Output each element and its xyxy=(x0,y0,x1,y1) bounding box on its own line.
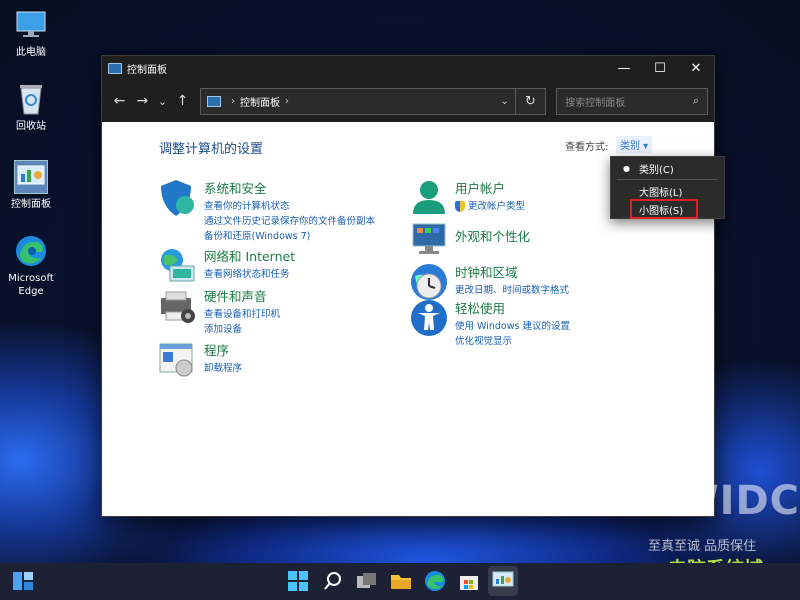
search-icon: ⌕ xyxy=(692,94,699,107)
menu-item-label: 大图标(L) xyxy=(639,187,683,199)
file-explorer-icon[interactable] xyxy=(386,566,416,596)
task-view-icon[interactable] xyxy=(352,566,382,596)
search-input[interactable]: 搜索控制面板 ⌕ xyxy=(556,87,708,115)
category-system-security: 系统和安全 查看你的计算机状态 通过文件历史记录保存你的文件备份副本 备份和还原… xyxy=(158,178,375,244)
category-title[interactable]: 硬件和声音 xyxy=(204,286,280,305)
category-title[interactable]: 外观和个性化 xyxy=(455,226,530,245)
control-panel-icon xyxy=(14,160,48,194)
category-programs: 程序 卸载程序 xyxy=(158,340,242,380)
highlight-box xyxy=(630,199,698,219)
control-panel-window: 控制面板 — ☐ ✕ ← → ⌄ ↑ › 控制面板 › ⌄ ↻ 搜索控制面板 ⌕… xyxy=(101,55,715,517)
category-title[interactable]: 系统和安全 xyxy=(204,178,375,197)
desktop-icon-label: Microsoft xyxy=(8,273,54,284)
desktop-icon-recycle-bin[interactable]: 回收站 xyxy=(0,82,62,133)
category-link[interactable]: 备份和还原(Windows 7) xyxy=(204,229,375,244)
edge-icon xyxy=(14,234,48,268)
breadcrumb-separator: › xyxy=(284,95,289,107)
control-panel-icon xyxy=(206,95,221,107)
desktop-icon-label: 此电脑 xyxy=(16,47,46,58)
category-link[interactable]: 更改日期、时间或数字格式 xyxy=(455,283,569,298)
breadcrumb-separator: › xyxy=(230,95,235,107)
clock-icon xyxy=(409,262,449,302)
category-link[interactable]: 查看设备和打印机 xyxy=(204,307,280,322)
category-hardware-sound: 硬件和声音 查看设备和打印机 添加设备 xyxy=(158,286,280,337)
menu-divider xyxy=(617,179,718,180)
window-title: 控制面板 xyxy=(127,64,167,76)
appearance-icon xyxy=(409,220,449,260)
desktop-icon-edge[interactable]: Microsoft Edge xyxy=(0,234,62,298)
selected-bullet-icon: ● xyxy=(623,163,630,173)
navigation-bar: ← → ⌄ ↑ › 控制面板 › ⌄ ↻ 搜索控制面板 ⌕ xyxy=(102,80,714,122)
category-link[interactable]: 查看你的计算机状态 xyxy=(204,199,375,214)
category-network-internet: 网络和 Internet 查看网络状态和任务 xyxy=(158,246,295,286)
forward-button[interactable]: → xyxy=(131,87,154,115)
category-clock-region: 时钟和区域 更改日期、时间或数字格式 xyxy=(409,262,569,302)
shield-icon xyxy=(158,178,198,218)
desktop-icon-label: Edge xyxy=(18,286,44,297)
category-title[interactable]: 用户帐户 xyxy=(455,178,525,197)
menu-item-label: 类别(C) xyxy=(639,164,674,176)
watermark-slogan: 至真至诚 品质保住 xyxy=(648,539,757,554)
minimize-button[interactable]: — xyxy=(606,56,642,80)
uac-shield-icon xyxy=(455,201,465,212)
category-link[interactable]: 添加设备 xyxy=(204,322,280,337)
store-icon[interactable] xyxy=(454,566,484,596)
search-placeholder: 搜索控制面板 xyxy=(565,97,626,109)
menu-item-category[interactable]: ● 类别(C) xyxy=(611,159,724,177)
recent-locations-button[interactable]: ⌄ xyxy=(154,87,171,115)
close-button[interactable]: ✕ xyxy=(678,56,714,80)
maximize-button[interactable]: ☐ xyxy=(642,56,678,80)
edge-taskbar-icon[interactable] xyxy=(420,566,450,596)
category-title[interactable]: 程序 xyxy=(204,340,242,359)
page-title: 调整计算机的设置 xyxy=(159,142,264,157)
desktop-icon-label: 回收站 xyxy=(16,121,46,132)
category-link[interactable]: 通过文件历史记录保存你的文件备份副本 xyxy=(204,214,375,229)
category-link[interactable]: 优化视觉显示 xyxy=(455,334,570,349)
category-user-accounts: 用户帐户 更改帐户类型 xyxy=(409,178,525,218)
network-icon xyxy=(158,246,198,286)
recycle-bin-icon xyxy=(14,82,48,116)
breadcrumb-control-panel[interactable]: 控制面板 xyxy=(240,94,280,109)
refresh-button[interactable]: ↻ xyxy=(515,87,547,115)
widgets-icon[interactable] xyxy=(8,566,38,596)
address-dropdown-button[interactable]: ⌄ xyxy=(495,96,515,107)
category-ease-of-access: 轻松使用 使用 Windows 建议的设置 优化视觉显示 xyxy=(409,298,570,349)
up-button[interactable]: ↑ xyxy=(171,87,194,115)
category-appearance: 外观和个性化 xyxy=(409,220,530,260)
category-title[interactable]: 网络和 Internet xyxy=(204,246,295,265)
control-panel-taskbar-icon[interactable] xyxy=(488,566,518,596)
menu-item-large-icons[interactable]: 大图标(L) xyxy=(611,182,724,200)
category-link[interactable]: 使用 Windows 建议的设置 xyxy=(455,319,570,334)
view-by-label: 查看方式: xyxy=(565,142,609,153)
address-bar[interactable]: › 控制面板 › ⌄ xyxy=(199,87,516,115)
control-panel-icon xyxy=(108,62,122,74)
category-title[interactable]: 时钟和区域 xyxy=(455,262,569,281)
desktop-icon-this-pc[interactable]: 此电脑 xyxy=(0,8,62,59)
watermark-logo: HWIDC xyxy=(640,478,800,524)
desktop-icon-control-panel[interactable]: 控制面板 xyxy=(0,160,62,211)
view-by-dropdown[interactable]: 类别 ▾ xyxy=(616,136,653,153)
accessibility-icon xyxy=(409,298,449,338)
category-link[interactable]: 卸载程序 xyxy=(204,361,242,376)
computer-icon xyxy=(14,8,48,42)
desktop-icon-label: 控制面板 xyxy=(11,199,51,210)
search-taskbar-icon[interactable] xyxy=(318,566,348,596)
programs-icon xyxy=(158,340,198,380)
category-link-label: 更改帐户类型 xyxy=(468,201,526,212)
back-button[interactable]: ← xyxy=(108,87,131,115)
user-icon xyxy=(409,178,449,218)
printer-icon xyxy=(158,286,198,326)
start-button[interactable] xyxy=(283,566,313,596)
category-link[interactable]: 更改帐户类型 xyxy=(455,199,525,214)
category-link[interactable]: 查看网络状态和任务 xyxy=(204,267,295,282)
title-bar[interactable]: 控制面板 — ☐ ✕ xyxy=(102,56,714,80)
category-title[interactable]: 轻松使用 xyxy=(455,298,570,317)
